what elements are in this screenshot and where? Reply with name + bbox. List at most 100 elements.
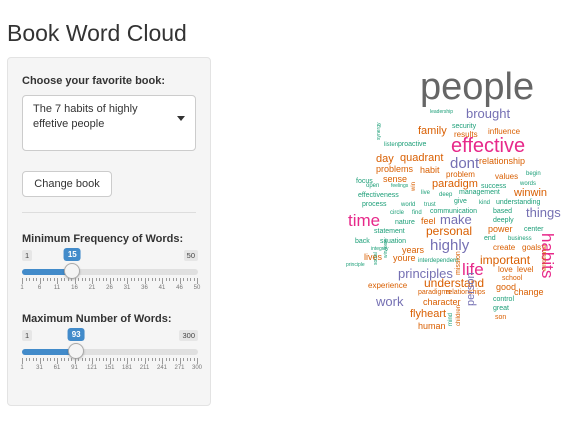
cloud-word: nature xyxy=(395,219,415,226)
slider-tick xyxy=(169,278,170,281)
slider-tick-label: 16 xyxy=(71,285,78,291)
cloud-word: children xyxy=(456,304,462,326)
cloud-word: management xyxy=(459,189,500,196)
cloud-word: power xyxy=(488,224,513,234)
slider-tick-label: 46 xyxy=(176,285,183,291)
book-select[interactable]: The 7 habits of highly effetive people xyxy=(22,95,196,151)
slider-tick xyxy=(46,278,48,281)
cloud-word: social xyxy=(373,252,379,265)
slider-tick xyxy=(43,358,44,361)
slider-tick xyxy=(127,278,128,284)
slider-tick xyxy=(179,358,181,364)
slider-tick xyxy=(88,358,90,361)
slider-tick xyxy=(25,278,27,281)
slider-tick xyxy=(137,358,139,361)
slider-tick xyxy=(123,358,125,361)
cloud-word: back xyxy=(355,238,370,245)
slider-handle[interactable] xyxy=(64,263,81,279)
slider-tick xyxy=(116,358,118,361)
cloud-word: school xyxy=(502,275,523,282)
slider-tick xyxy=(172,358,174,361)
slider-tick xyxy=(190,278,191,281)
cloud-word: open xyxy=(366,183,380,189)
slider-tick xyxy=(92,358,93,364)
slider-tick xyxy=(102,278,104,281)
slider-tick xyxy=(95,358,97,361)
slider-tick xyxy=(60,358,62,361)
slider-tick xyxy=(169,358,170,361)
cloud-word: character xyxy=(423,297,461,307)
change-book-button[interactable]: Change book xyxy=(22,171,112,197)
slider-tick-label: 31 xyxy=(36,365,43,371)
slider-tick xyxy=(88,278,90,281)
cloud-word: winwin xyxy=(514,187,548,199)
cloud-word: great xyxy=(493,305,509,312)
cloud-word: values xyxy=(495,172,519,181)
slider-tick xyxy=(99,278,100,281)
slider-tick xyxy=(130,358,132,361)
cloud-word: center xyxy=(524,226,544,233)
word-cloud: people leadership brought family security res… xyxy=(338,58,570,348)
slider-tick xyxy=(144,278,146,284)
slider-tick xyxy=(57,358,58,364)
slider-tick xyxy=(165,358,167,361)
cloud-word: relationship xyxy=(479,156,526,166)
slider-tick xyxy=(81,278,83,281)
frequency-slider[interactable]: 1 50 15 1 6 11 16 21 26 31 36 41 46 50 xyxy=(20,232,201,292)
cloud-word: things xyxy=(526,205,561,220)
cloud-word: family xyxy=(418,125,447,137)
slider-tick xyxy=(81,358,83,361)
slider-tick xyxy=(29,278,30,281)
cloud-word: change xyxy=(514,287,544,297)
cloud-word: people xyxy=(420,66,535,108)
slider-min-label: 1 xyxy=(22,330,33,341)
slider-tick xyxy=(158,278,160,281)
slider-tick xyxy=(92,278,93,284)
slider-tick xyxy=(176,278,177,281)
slider-tick xyxy=(32,358,34,361)
cloud-word: quadrant xyxy=(400,152,444,164)
slider-tick xyxy=(130,278,132,281)
slider-min-label: 1 xyxy=(22,250,33,261)
cloud-word: youre xyxy=(393,253,416,263)
slider-tick-label: 91 xyxy=(71,365,78,371)
cloud-word: deep xyxy=(439,192,453,198)
slider-tick xyxy=(39,358,41,364)
slider-tick-label: 50 xyxy=(193,285,201,291)
cloud-word: win xyxy=(411,181,417,191)
slider-tick xyxy=(22,358,23,364)
chevron-down-icon xyxy=(177,116,185,121)
max-words-slider[interactable]: 1 300 93 1 31 61 91 121 151 181 211 241 271 300 xyxy=(20,312,202,372)
slider-tick xyxy=(85,278,86,281)
slider-tick xyxy=(186,278,188,281)
slider-max-label: 50 xyxy=(183,250,198,261)
slider-tick-label: 6 xyxy=(37,285,42,291)
cloud-word: personal xyxy=(426,224,473,238)
slider-ticks xyxy=(22,358,198,364)
slider-tick-label: 181 xyxy=(121,365,133,371)
cloud-word: level xyxy=(517,265,534,274)
book-select-value: The 7 habits of highly effetive people xyxy=(33,103,138,130)
slider-tick xyxy=(141,358,142,361)
slider-max-label: 300 xyxy=(179,330,198,341)
slider-tick xyxy=(43,278,44,281)
slider-ticks xyxy=(22,278,198,284)
slider-tick-label: 211 xyxy=(139,365,150,371)
slider-tick xyxy=(190,358,191,361)
slider-tick xyxy=(67,278,69,281)
slider-handle[interactable] xyxy=(68,343,85,359)
slider-value-label: 15 xyxy=(63,248,81,261)
slider-tick xyxy=(67,358,69,361)
slider-tick xyxy=(183,278,184,281)
slider-tick xyxy=(50,358,51,361)
cloud-word: process xyxy=(362,201,387,208)
slider-tick xyxy=(85,358,86,361)
slider-value-label: 93 xyxy=(67,328,85,341)
cloud-word: circle xyxy=(390,210,405,216)
slider-tick xyxy=(197,278,198,284)
slider-tick xyxy=(144,358,146,364)
slider-tick xyxy=(57,278,58,284)
slider-tick xyxy=(193,358,195,361)
slider-tick xyxy=(197,358,198,364)
sidebar-panel: Choose your favorite book: The 7 habits … xyxy=(7,57,211,406)
